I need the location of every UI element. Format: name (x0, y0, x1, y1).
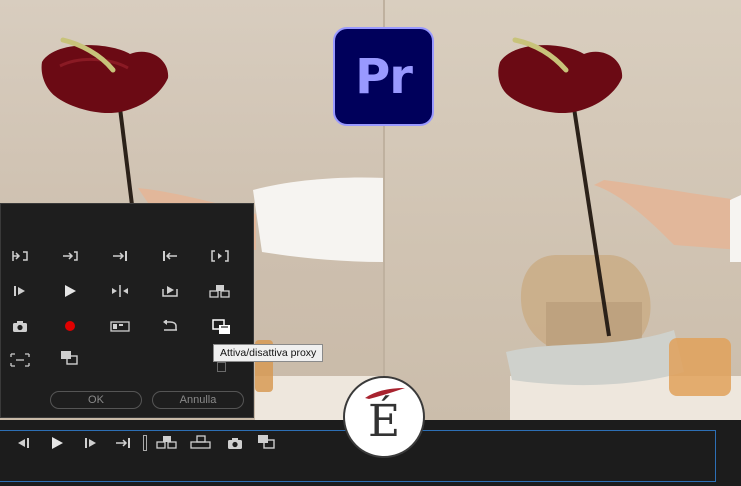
anthurium-right (498, 37, 741, 396)
insert-icon[interactable] (156, 434, 178, 450)
camera-icon[interactable] (224, 435, 246, 451)
safe-margins-icon[interactable] (9, 352, 31, 368)
go-to-in-icon[interactable] (159, 248, 181, 264)
logo-swoosh (365, 388, 405, 399)
record-icon[interactable] (59, 318, 81, 334)
toggle-proxy-icon[interactable] (209, 316, 235, 338)
step-back-icon[interactable] (12, 435, 34, 451)
clear-in-out-icon[interactable] (209, 248, 231, 264)
step-forward-icon[interactable] (80, 435, 102, 451)
play-icon[interactable] (46, 435, 68, 451)
play-icon[interactable] (59, 283, 81, 299)
proxy-tooltip: Attiva/disattiva proxy (213, 344, 324, 362)
loop-icon[interactable] (159, 318, 181, 334)
camera-icon[interactable] (9, 318, 31, 334)
trim-icon[interactable] (109, 283, 131, 299)
mark-in-icon[interactable] (9, 248, 31, 264)
overwrite-icon[interactable] (190, 434, 212, 450)
multicam-icon[interactable] (109, 318, 131, 334)
go-to-out-icon[interactable] (112, 435, 134, 451)
insert-icon[interactable] (209, 283, 231, 299)
cancel-button[interactable]: Annulla (152, 391, 244, 409)
toggle-proxy-icon[interactable] (256, 434, 278, 450)
ok-button[interactable]: OK (50, 391, 142, 409)
go-to-out-icon[interactable] (109, 248, 131, 264)
premiere-pro-logo: Pr (333, 27, 434, 126)
step-back-icon[interactable] (9, 283, 31, 299)
export-frame-icon[interactable] (159, 283, 181, 299)
site-logo-letter: É (367, 396, 401, 447)
transport-separator (143, 435, 147, 451)
premiere-logo-text: Pr (355, 48, 413, 105)
mark-out-icon[interactable] (59, 248, 81, 264)
button-editor-panel: OK Annulla (0, 203, 254, 418)
drop-slot[interactable] (217, 362, 226, 372)
site-logo: É (343, 376, 425, 458)
overlay-icon[interactable] (59, 350, 81, 366)
